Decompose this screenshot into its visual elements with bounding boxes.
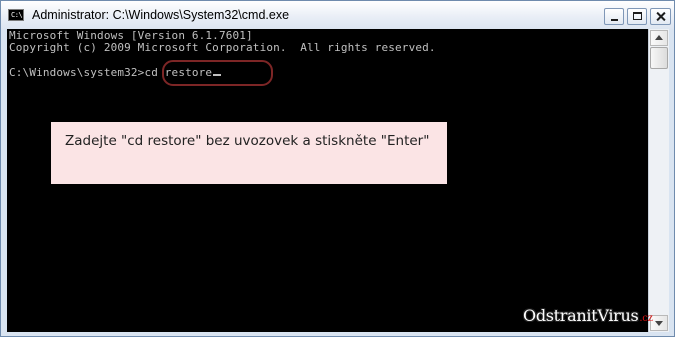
watermark-logo: OdstranitVirus.cz bbox=[523, 306, 653, 325]
minimize-button[interactable] bbox=[604, 8, 624, 25]
command-highlight bbox=[162, 60, 273, 86]
vertical-scrollbar[interactable] bbox=[648, 29, 669, 332]
maximize-button[interactable] bbox=[627, 8, 647, 25]
cmd-icon[interactable]: C:\ bbox=[8, 9, 24, 21]
console-line-copyright: Copyright (c) 2009 Microsoft Corporation… bbox=[9, 41, 436, 54]
scroll-up-icon[interactable] bbox=[650, 30, 668, 46]
scroll-thumb[interactable] bbox=[650, 47, 668, 69]
window-title: Administrator: C:\Windows\System32\cmd.e… bbox=[32, 8, 290, 22]
close-button[interactable] bbox=[650, 8, 671, 25]
watermark-tld: .cz bbox=[639, 313, 653, 324]
console-output[interactable]: Microsoft Windows [Version 6.1.7601] Cop… bbox=[7, 29, 648, 332]
console-prompt: C:\Windows\system32> bbox=[9, 66, 145, 79]
instruction-note: Zadejte "cd restore" bez uvozovek a stis… bbox=[51, 122, 447, 184]
cmd-icon-glyph: C:\ bbox=[11, 11, 23, 19]
title-bar[interactable]: C:\ Administrator: C:\Windows\System32\c… bbox=[1, 1, 674, 30]
watermark-main: OdstranitVirus bbox=[523, 306, 639, 325]
cmd-window: C:\ Administrator: C:\Windows\System32\c… bbox=[0, 0, 675, 337]
